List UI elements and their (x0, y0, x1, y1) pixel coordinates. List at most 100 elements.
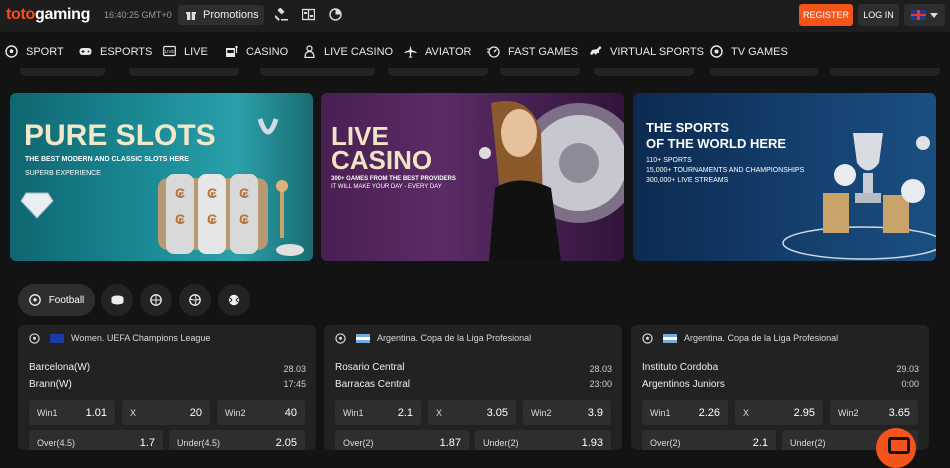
banner-sports[interactable]: THE SPORTS OF THE WORLD HERE 110+ SPORTS… (633, 93, 936, 261)
tv-ball-icon (710, 45, 723, 58)
banner-title-2: CASINO (331, 145, 433, 175)
chevron-down-icon (930, 12, 938, 18)
nav-item-aviator[interactable]: AVIATOR (404, 45, 471, 58)
banner-tagline: SUPERB EXPERIENCE (25, 170, 101, 177)
away-team: Barracas Central (335, 379, 411, 390)
svg-text:₢: ₢ (175, 185, 185, 201)
clock: 16:40:25 GMT+0 (104, 10, 172, 20)
home-team: Rosario Central (335, 362, 405, 373)
svg-text:₢: ₢ (239, 185, 249, 201)
match-date: 29.03 (896, 364, 919, 374)
diamond-icon (20, 192, 54, 219)
match-date: 28.03 (589, 364, 612, 374)
tennis-icon (228, 294, 240, 306)
football-icon (642, 332, 653, 344)
horseshoe-icon (257, 118, 279, 135)
uk-flag-icon (911, 10, 926, 20)
gavel-icon[interactable] (275, 8, 288, 21)
away-team: Argentinos Juniors (642, 379, 725, 390)
match-card[interactable]: Women. UEFA Champions League Barcelona(W… (18, 325, 316, 450)
nav-item-live[interactable]: LIVE LIVE (163, 45, 208, 58)
language-selector[interactable] (904, 4, 945, 26)
nav-item-esports[interactable]: ESPORTS (79, 45, 152, 58)
banner-live-casino[interactable]: LIVE CASINO 300+ GAMES FROM THE BEST PRO… (321, 93, 624, 261)
speed-icon (487, 46, 500, 58)
dealer-icon (304, 45, 315, 58)
odd-win1[interactable]: Win1 2.1 (335, 400, 421, 425)
nav-item-live-casino[interactable]: LIVE CASINO (303, 45, 393, 58)
register-button[interactable]: REGISTER (799, 4, 853, 26)
football-icon (335, 332, 346, 344)
top-bar: totogaming 16:40:25 GMT+0 Promotions REG… (0, 0, 950, 32)
chat-support-button[interactable] (876, 428, 916, 468)
nav-item-casino[interactable]: CASINO (225, 45, 288, 58)
argentina-flag-icon (356, 333, 370, 343)
statistics-icon[interactable] (329, 8, 342, 21)
nav-item-sport[interactable]: SPORT (5, 45, 64, 58)
volleyball-icon (189, 294, 201, 306)
odd-draw[interactable]: X 20 (122, 400, 210, 425)
soccer-ball-icon (5, 45, 18, 58)
tab-basketball[interactable] (140, 284, 172, 316)
odd-win2[interactable]: Win2 3.9 (523, 400, 611, 425)
slot-reels-image: ₢ ₢ ₢ ₢ ₢ ₢ (158, 174, 304, 256)
nav-item-fast-games[interactable]: FAST GAMES (487, 45, 578, 58)
banner-line-3: 300,000+ LIVE STREAMS (646, 177, 729, 184)
odd-under[interactable]: Under(4.5) 2.05 (169, 430, 305, 450)
odd-win1[interactable]: Win1 2.26 (642, 400, 728, 425)
banner-pure-slots[interactable]: PURE SLOTS THE BEST MODERN AND CLASSIC S… (10, 93, 313, 261)
horse-icon (590, 46, 602, 55)
tab-football[interactable]: Football (18, 284, 95, 316)
match-time: 0:00 (901, 379, 919, 389)
home-team: Barcelona(W) (29, 362, 91, 373)
league-name: Argentina. Copa de la Liga Profesional (684, 333, 839, 343)
slot-machine-icon (226, 45, 238, 57)
quick-links-strip (0, 68, 950, 78)
league-header: Women. UEFA Champions League (18, 325, 316, 351)
login-button[interactable]: LOG IN (858, 4, 899, 26)
football-icon (29, 332, 40, 344)
odd-under[interactable]: Under(2) 1.93 (475, 430, 611, 450)
league-header: Argentina. Copa de la Liga Profesional (631, 325, 929, 351)
match-card[interactable]: Argentina. Copa de la Liga Profesional R… (324, 325, 622, 450)
odd-over[interactable]: Over(4.5) 1.7 (29, 430, 163, 450)
banner-tagline: IT WILL MAKE YOUR DAY - EVERY DAY (331, 184, 442, 190)
odd-over[interactable]: Over(2) 2.1 (642, 430, 776, 450)
svg-text:₢: ₢ (207, 185, 217, 201)
odd-win2[interactable]: Win2 40 (217, 400, 305, 425)
league-name: Argentina. Copa de la Liga Profesional (377, 333, 532, 343)
svg-text:₢: ₢ (207, 211, 217, 227)
nav-item-virtual-sports[interactable]: VIRTUAL SPORTS (589, 45, 704, 58)
gamepad-icon (79, 48, 92, 55)
gift-icon (186, 12, 196, 20)
eu-flag-icon (50, 333, 64, 343)
argentina-flag-icon (663, 333, 677, 343)
banner-subtitle: 300+ GAMES FROM THE BEST PROVIDERS (331, 176, 456, 182)
nav-item-tv-games[interactable]: TV GAMES (710, 45, 788, 58)
home-team: Instituto Cordoba (642, 362, 719, 373)
promotions-button[interactable]: Promotions (178, 5, 264, 25)
odd-over[interactable]: Over(2) 1.87 (335, 430, 469, 450)
main-nav: SPORT ESPORTS LIVE LIVE CASINO LIVE CASI… (0, 36, 950, 68)
trophy-and-balls-image (782, 133, 936, 260)
airplane-icon (404, 45, 417, 58)
banner-line-1: 110+ SPORTS (646, 157, 692, 164)
tab-volleyball[interactable] (179, 284, 211, 316)
league-header: Argentina. Copa de la Liga Profesional (324, 325, 622, 351)
odd-draw[interactable]: X 2.95 (735, 400, 823, 425)
odd-draw[interactable]: X 3.05 (428, 400, 516, 425)
away-team: Brann(W) (29, 379, 72, 390)
logo[interactable]: totogaming (6, 6, 90, 24)
results-board-icon[interactable] (302, 8, 315, 21)
banner-title: THE SPORTS (646, 120, 730, 135)
tab-ice-hockey[interactable] (101, 284, 133, 316)
banner-title: PURE SLOTS (24, 119, 216, 152)
odd-win2[interactable]: Win2 3.65 (830, 400, 918, 425)
basketball-icon (150, 294, 162, 306)
live-tv-icon: LIVE (163, 45, 176, 57)
svg-text:₢: ₢ (175, 211, 185, 227)
tab-tennis[interactable] (218, 284, 250, 316)
promotions-label: Promotions (203, 9, 259, 21)
odd-win1[interactable]: Win1 1.01 (29, 400, 115, 425)
svg-text:LIVE: LIVE (165, 49, 175, 54)
